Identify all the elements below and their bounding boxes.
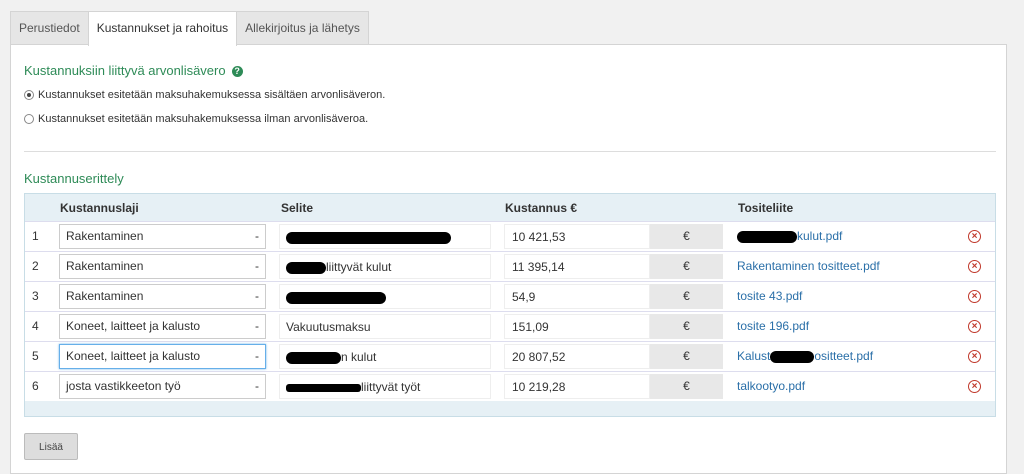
currency-addon: € <box>650 254 723 279</box>
delete-icon[interactable]: × <box>968 260 981 273</box>
cost-type-select[interactable]: Rakentaminen - <box>59 284 266 309</box>
redaction <box>770 350 815 363</box>
radio-without-vat[interactable] <box>24 114 34 124</box>
vat-option-with[interactable]: Kustannukset esitetään maksuhakemuksessa… <box>24 89 385 101</box>
row-number: 3 <box>32 289 39 303</box>
divider <box>24 151 996 152</box>
amount-field[interactable]: 10 219,28 <box>504 374 650 399</box>
currency-addon: € <box>650 374 723 399</box>
row-number: 6 <box>32 379 39 393</box>
description-text: liittyvät kulut <box>326 260 392 274</box>
amount-field[interactable]: 11 395,14 <box>504 254 650 279</box>
row-number: 5 <box>32 349 39 363</box>
currency-addon: € <box>650 284 723 309</box>
table-row: 2 Rakentaminen - liittyvät kulut 11 395,1… <box>25 251 995 281</box>
tab-costs-and-funding[interactable]: Kustannukset ja rahoitus <box>87 11 238 46</box>
radio-with-vat[interactable] <box>24 90 34 100</box>
attachment-link[interactable]: tosite 196.pdf <box>737 312 809 341</box>
redaction <box>286 351 341 364</box>
table-row: 1 Rakentaminen - 10 421,53 € kulut.pdf × <box>25 221 995 251</box>
currency-addon: € <box>650 344 723 369</box>
chevron-down-icon: - <box>255 319 259 333</box>
radio-with-vat-label: Kustannukset esitetään maksuhakemuksessa… <box>38 89 386 101</box>
amount-field[interactable]: 54,9 <box>504 284 650 309</box>
description-text: liittyvät työt <box>361 380 421 394</box>
attachment-name: kulut.pdf <box>797 229 843 243</box>
chevron-down-icon: - <box>255 379 259 393</box>
attachment-link[interactable]: kulut.pdf <box>737 222 842 251</box>
delete-icon[interactable]: × <box>968 290 981 303</box>
description-field[interactable] <box>279 224 491 249</box>
cost-type-select[interactable]: Koneet, laitteet ja kalusto - <box>59 344 266 369</box>
attachment-link[interactable]: talkootyo.pdf <box>737 372 805 401</box>
redaction <box>737 230 797 243</box>
table-row: 3 Rakentaminen - 54,9 € tosite 43.pdf × <box>25 281 995 311</box>
attachment-link[interactable]: Kalust ositteet.pdf <box>737 342 873 371</box>
delete-icon[interactable]: × <box>968 350 981 363</box>
attachment-link[interactable]: tosite 43.pdf <box>737 282 802 311</box>
cost-type-value: Koneet, laitteet ja kalusto <box>66 349 201 363</box>
tab-basic-info[interactable]: Perustiedot <box>10 11 89 44</box>
currency-addon: € <box>650 224 723 249</box>
chevron-down-icon: - <box>255 259 259 273</box>
chevron-down-icon: - <box>255 289 259 303</box>
attachment-name-prefix: Kalust <box>737 349 771 363</box>
row-number: 4 <box>32 319 39 333</box>
cost-type-select[interactable]: Rakentaminen - <box>59 254 266 279</box>
description-field[interactable]: Vakuutusmaksu <box>279 314 491 339</box>
tab-signature-and-send[interactable]: Allekirjoitus ja lähetys <box>236 11 369 44</box>
cost-type-value: Rakentaminen <box>66 229 144 243</box>
tab-bar: Perustiedot Kustannukset ja rahoitus All… <box>10 11 369 46</box>
amount-field[interactable]: 10 421,53 <box>504 224 650 249</box>
cost-type-select[interactable]: josta vastikkeeton työ - <box>59 374 266 399</box>
description-field[interactable]: liittyvät kulut <box>279 254 491 279</box>
row-number: 2 <box>32 259 39 273</box>
cost-type-select[interactable]: Koneet, laitteet ja kalusto - <box>59 314 266 339</box>
table-row: 4 Koneet, laitteet ja kalusto - Vakuutusm… <box>25 311 995 341</box>
col-attachment: Tositeliite <box>738 201 794 215</box>
table-row: 6 josta vastikkeeton työ - liittyvät työt… <box>25 371 995 401</box>
cost-type-select[interactable]: Rakentaminen - <box>59 224 266 249</box>
redaction <box>286 383 361 392</box>
amount-field[interactable]: 151,09 <box>504 314 650 339</box>
redaction <box>286 291 386 304</box>
vat-option-without[interactable]: Kustannukset esitetään maksuhakemuksessa… <box>24 113 368 125</box>
description-field[interactable] <box>279 284 491 309</box>
radio-without-vat-label: Kustannukset esitetään maksuhakemuksessa… <box>38 113 369 125</box>
tab-panel: Kustannuksiin liittyvä arvonlisävero? Ku… <box>10 44 1007 474</box>
col-desc: Selite <box>281 201 314 215</box>
redaction <box>286 231 451 244</box>
breakdown-heading: Kustannuserittely <box>24 171 124 186</box>
attachment-name: ositteet.pdf <box>814 349 874 363</box>
help-icon[interactable]: ? <box>231 66 243 78</box>
cost-table: Kustannuslaji Selite Kustannus € Tositel… <box>24 193 996 417</box>
delete-icon[interactable]: × <box>968 320 981 333</box>
vat-heading-text: Kustannuksiin liittyvä arvonlisävero <box>24 63 226 78</box>
cost-type-value: Rakentaminen <box>66 289 144 303</box>
row-number: 1 <box>32 229 39 243</box>
col-cost: Kustannus € <box>505 201 578 215</box>
delete-icon[interactable]: × <box>968 380 981 393</box>
description-field[interactable]: liittyvät työt <box>279 374 491 399</box>
cost-type-value: josta vastikkeeton työ <box>66 379 181 393</box>
attachment-link[interactable]: Rakentaminen tositteet.pdf <box>737 252 880 281</box>
col-type: Kustannuslaji <box>60 201 139 215</box>
vat-heading: Kustannuksiin liittyvä arvonlisävero? <box>24 63 243 78</box>
cost-type-value: Rakentaminen <box>66 259 144 273</box>
table-header: Kustannuslaji Selite Kustannus € Tositel… <box>25 194 995 220</box>
description-field[interactable]: n kulut <box>279 344 491 369</box>
table-row: 5 Koneet, laitteet ja kalusto - n kulut 2… <box>25 341 995 371</box>
delete-icon[interactable]: × <box>968 230 981 243</box>
description-text: n kulut <box>341 350 377 364</box>
chevron-down-icon: - <box>255 349 259 363</box>
redaction <box>286 261 326 274</box>
cost-type-value: Koneet, laitteet ja kalusto <box>66 319 201 333</box>
amount-field[interactable]: 20 807,52 <box>504 344 650 369</box>
chevron-down-icon: - <box>255 229 259 243</box>
add-button[interactable]: Lisää <box>24 433 78 460</box>
currency-addon: € <box>650 314 723 339</box>
